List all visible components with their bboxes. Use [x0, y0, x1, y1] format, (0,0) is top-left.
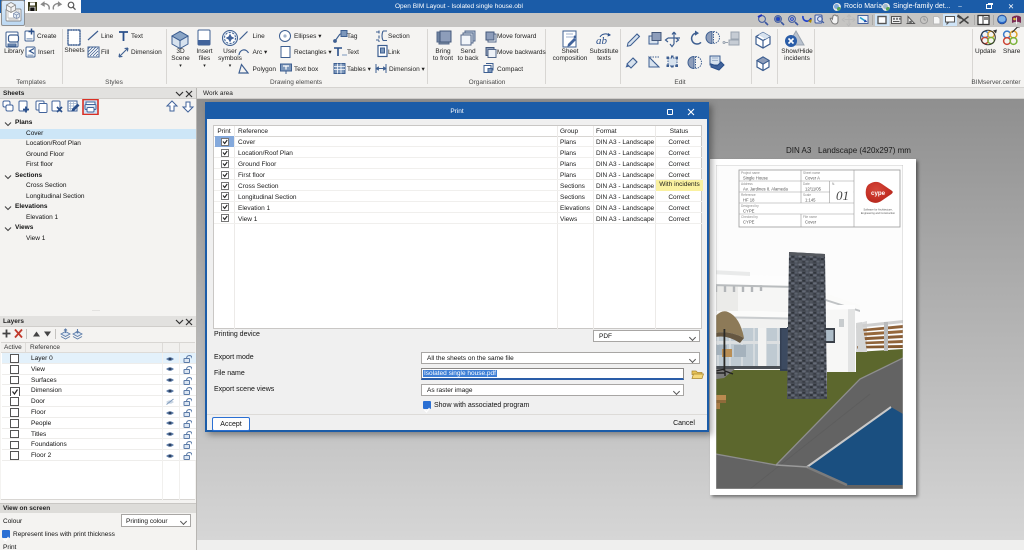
svg-text:Date: Date — [803, 182, 810, 186]
svg-text:Scale: Scale — [803, 193, 811, 197]
svg-text:Av. Jardines 8. Alameda: Av. Jardines 8. Alameda — [743, 187, 788, 192]
svg-text:Cover: Cover — [805, 220, 817, 225]
svg-text:12/11/05: 12/11/05 — [805, 187, 822, 192]
svg-text:Cover A: Cover A — [805, 176, 820, 181]
svg-text:ab: ab — [596, 35, 608, 47]
svg-text:Reference: Reference — [741, 193, 756, 197]
svg-text:Sheet name: Sheet name — [803, 171, 820, 175]
svg-text:1:145: 1:145 — [805, 198, 816, 203]
svg-text:File name: File name — [803, 215, 817, 219]
svg-text:HF 18: HF 18 — [743, 198, 755, 203]
svg-text:Address: Address — [741, 182, 753, 186]
svg-text:CYPE: CYPE — [743, 209, 755, 214]
svg-text:Engineering and Construction: Engineering and Construction — [861, 211, 896, 215]
svg-text:N.: N. — [832, 182, 835, 186]
svg-text:01: 01 — [836, 188, 849, 203]
svg-text:CYPE: CYPE — [743, 220, 755, 225]
svg-text:cype: cype — [871, 190, 886, 197]
svg-text:Single House: Single House — [743, 176, 769, 181]
svg-text:Project name: Project name — [741, 171, 760, 175]
svg-text:Designed by: Designed by — [741, 204, 759, 208]
svg-text:Checked by: Checked by — [741, 215, 758, 219]
